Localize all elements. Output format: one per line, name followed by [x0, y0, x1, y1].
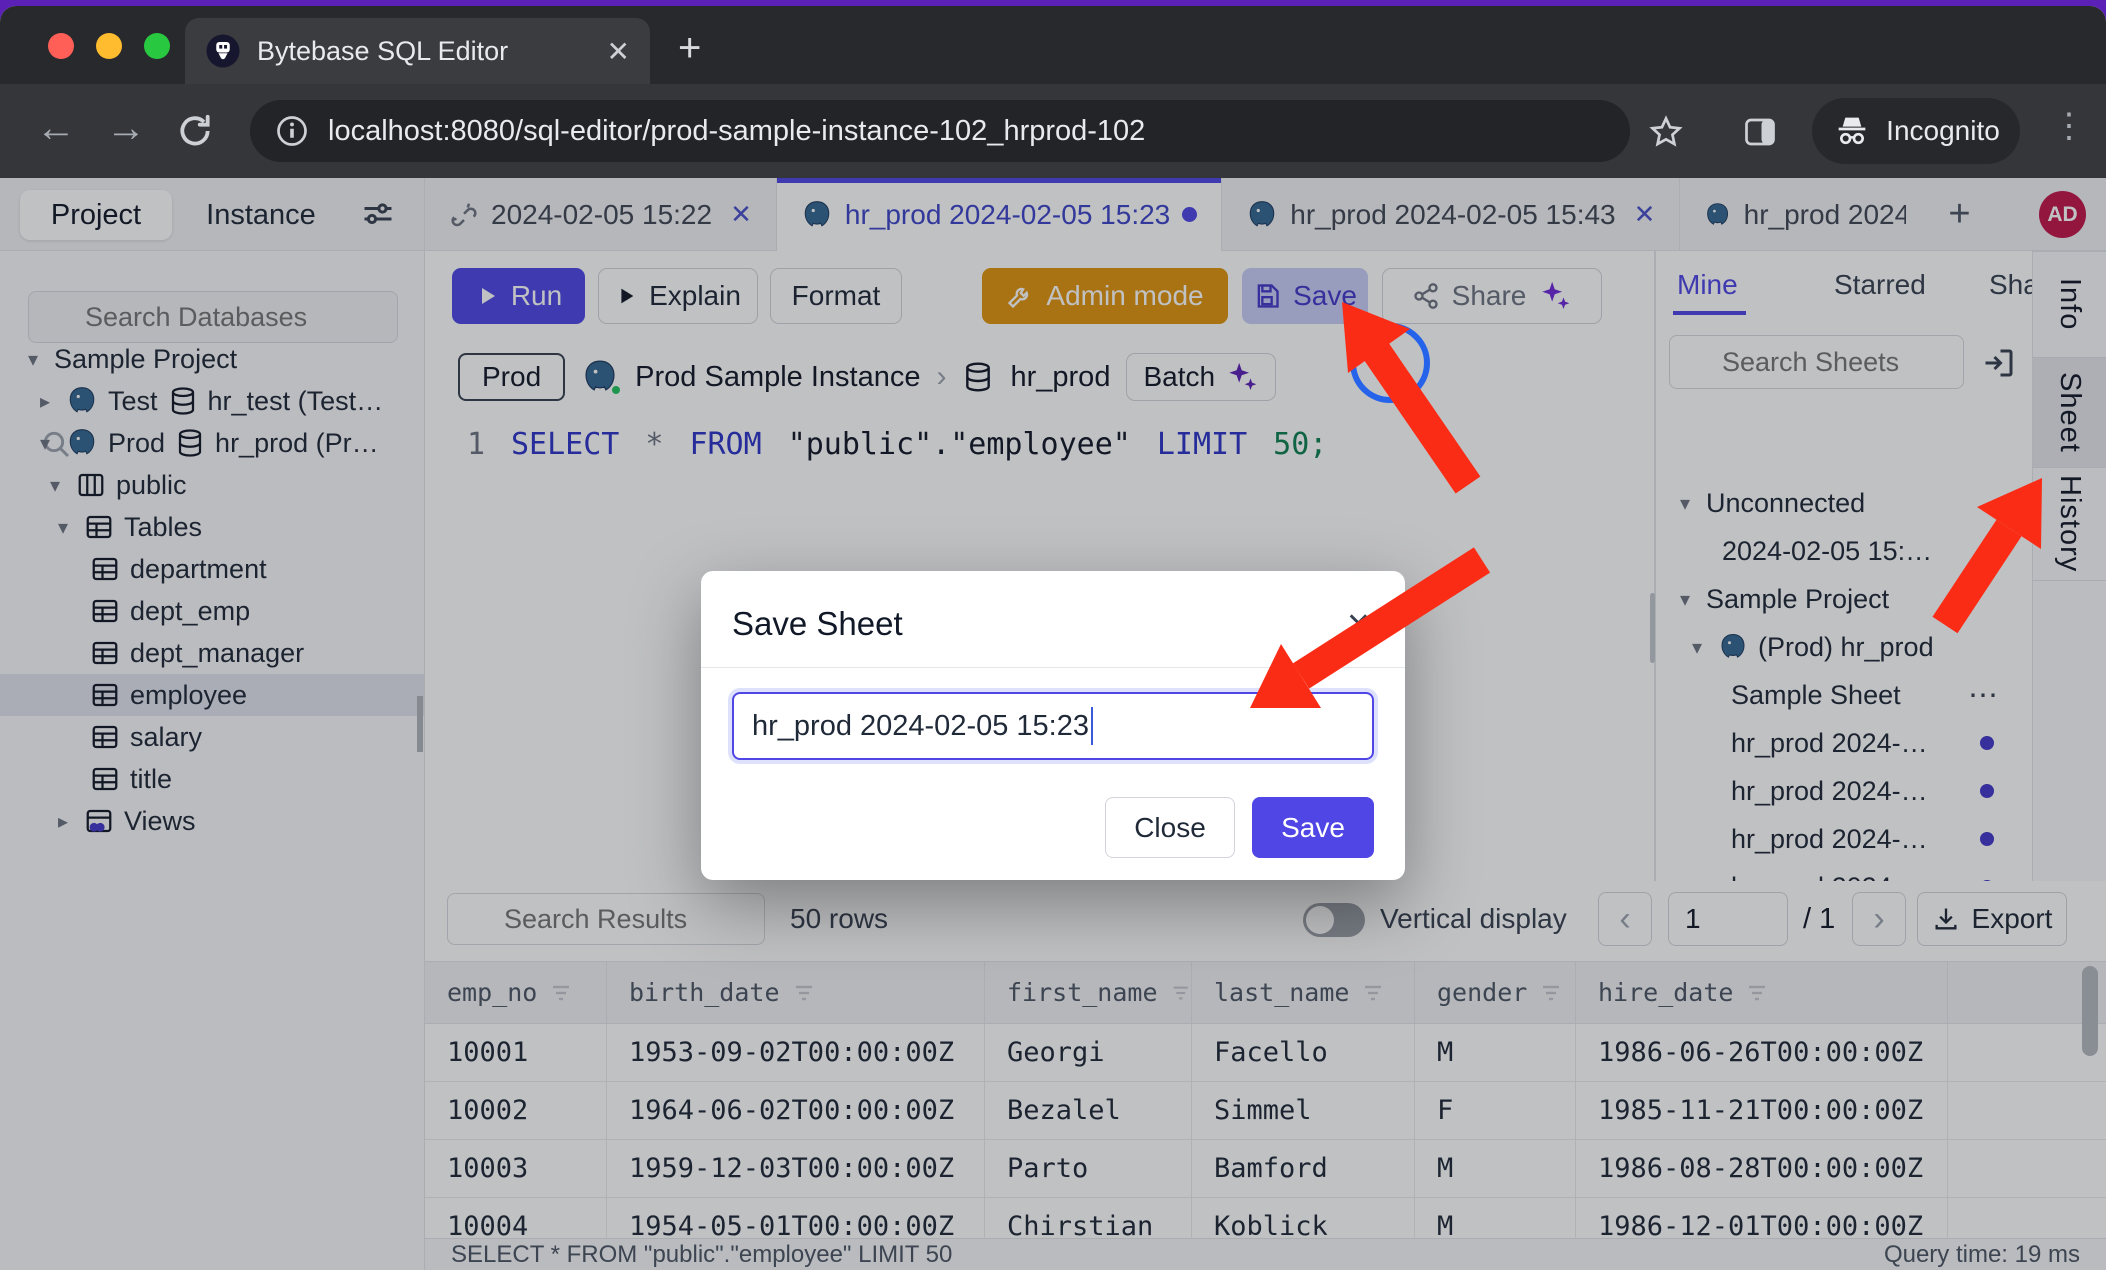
dialog-save-button[interactable]: Save: [1252, 797, 1374, 858]
dialog-close-icon[interactable]: ✕: [1346, 607, 1371, 642]
window-close-button[interactable]: [48, 33, 74, 59]
dialog-title: Save Sheet: [732, 605, 903, 643]
incognito-icon: [1832, 111, 1872, 151]
window-zoom-button[interactable]: [144, 33, 170, 59]
save-sheet-dialog: Save Sheet ✕ hr_prod 2024-02-05 15:23 Cl…: [701, 571, 1405, 880]
browser-menu-icon[interactable]: ⋮: [2052, 106, 2086, 146]
browser-toolbar: ← → localhost:8080/sql-editor/prod-sampl…: [0, 84, 2106, 178]
close-button[interactable]: Close: [1105, 797, 1235, 858]
browser-window: Bytebase SQL Editor ✕ + ← → localhost:80…: [0, 6, 2106, 1270]
side-panel-icon[interactable]: [1742, 114, 1778, 150]
url-text: localhost:8080/sql-editor/prod-sample-in…: [328, 115, 1145, 148]
reload-icon[interactable]: [176, 112, 214, 150]
browser-tab-close-icon[interactable]: ✕: [607, 35, 630, 68]
bookmark-star-icon[interactable]: [1648, 114, 1684, 150]
window-minimize-button[interactable]: [96, 33, 122, 59]
browser-titlebar: Bytebase SQL Editor ✕ +: [0, 6, 2106, 84]
bytebase-favicon: [205, 33, 241, 69]
url-bar[interactable]: localhost:8080/sql-editor/prod-sample-in…: [250, 100, 1630, 162]
new-browser-tab-button[interactable]: +: [678, 28, 701, 68]
browser-tab[interactable]: Bytebase SQL Editor ✕: [185, 18, 650, 84]
incognito-label: Incognito: [1886, 115, 2000, 147]
browser-tab-title: Bytebase SQL Editor: [257, 36, 591, 67]
site-info-icon[interactable]: [274, 113, 310, 149]
text-cursor: [1091, 707, 1093, 745]
sheet-name-input[interactable]: hr_prod 2024-02-05 15:23: [732, 692, 1374, 760]
incognito-badge: Incognito: [1812, 98, 2020, 164]
divider: [701, 667, 1405, 668]
forward-icon[interactable]: →: [106, 106, 146, 151]
back-icon[interactable]: ←: [36, 106, 76, 151]
